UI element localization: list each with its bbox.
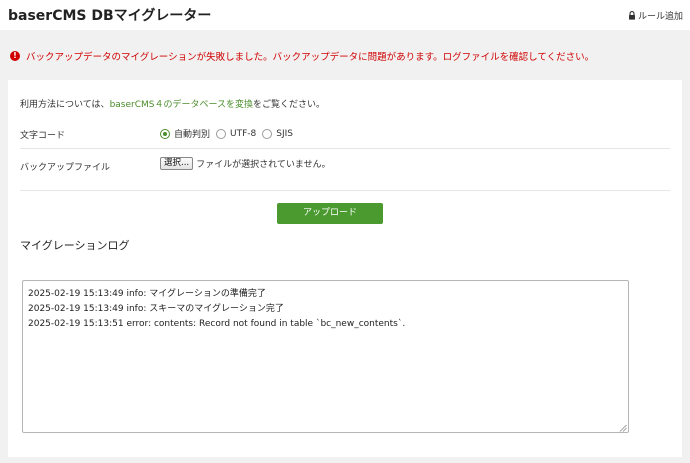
backup-file-label: バックアップファイル	[20, 160, 110, 173]
error-icon: !	[10, 51, 20, 61]
add-rule-label: ルール追加	[638, 9, 683, 22]
encoding-option-label: SJIS	[276, 129, 293, 139]
migration-panel: 利用方法については、baserCMS４のデータベースを変換をご覧ください。 文字…	[8, 80, 682, 457]
migration-log-textarea[interactable]: 2025-02-19 15:13:49 info: マイグレーションの準備完了 …	[22, 280, 629, 433]
encoding-option-utf8[interactable]: UTF-8	[216, 129, 256, 139]
log-line: 2025-02-19 15:13:49 info: スキーマのマイグレーション完…	[28, 302, 623, 317]
add-rule-link[interactable]: ルール追加	[628, 9, 683, 22]
radio-auto[interactable]	[160, 129, 170, 139]
file-select-button[interactable]: 選択...	[160, 157, 193, 170]
resize-grip-icon[interactable]	[619, 423, 627, 431]
log-line: 2025-02-19 15:13:49 info: マイグレーションの準備完了	[28, 287, 623, 302]
error-message: バックアップデータのマイグレーションが失敗しました。バックアップデータに問題があ…	[26, 49, 594, 63]
log-line: 2025-02-19 15:13:51 error: contents: Rec…	[28, 317, 623, 332]
file-status: ファイルが選択されていません。	[196, 157, 330, 170]
encoding-label: 文字コード	[20, 128, 65, 141]
backup-file-input[interactable]: 選択... ファイルが選択されていません。	[160, 157, 331, 170]
log-heading: マイグレーションログ	[20, 237, 130, 253]
lock-icon	[628, 11, 636, 20]
usage-prefix: 利用方法については、	[20, 100, 110, 110]
usage-suffix: をご覧ください。	[253, 100, 325, 110]
usage-link[interactable]: baserCMS４のデータベースを変換	[110, 100, 253, 110]
encoding-option-label: 自動判別	[174, 127, 210, 140]
upload-button[interactable]: アップロード	[277, 203, 383, 224]
encoding-radio-group: 自動判別 UTF-8 SJIS	[160, 127, 299, 140]
radio-utf8[interactable]	[216, 129, 226, 139]
row-divider	[20, 190, 670, 191]
usage-text: 利用方法については、baserCMS４のデータベースを変換をご覧ください。	[20, 97, 325, 110]
encoding-option-auto[interactable]: 自動判別	[160, 127, 210, 140]
page-header: baserCMS DBマイグレーター ルール追加	[0, 0, 690, 30]
radio-sjis[interactable]	[262, 129, 272, 139]
row-divider	[20, 148, 670, 149]
encoding-option-label: UTF-8	[230, 129, 256, 139]
encoding-option-sjis[interactable]: SJIS	[262, 129, 293, 139]
page-title: baserCMS DBマイグレーター	[8, 5, 211, 25]
error-alert: ! バックアップデータのマイグレーションが失敗しました。バックアップデータに問題…	[10, 49, 594, 63]
